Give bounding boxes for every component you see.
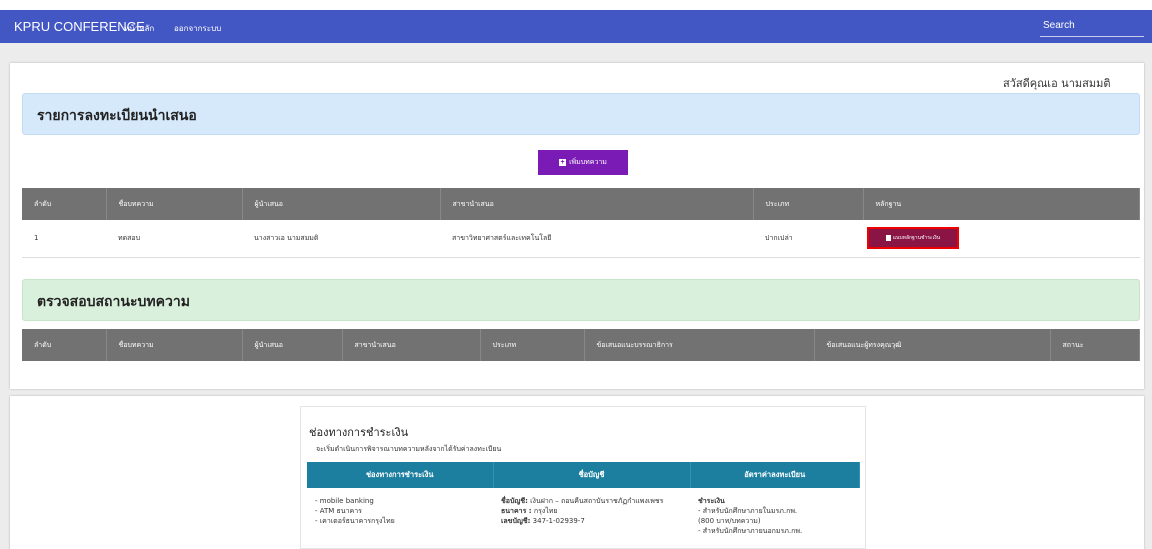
list-item: - เคาเตอร์ธนาคารกรุงไทย <box>315 517 395 525</box>
channels-cell: - mobile banking - ATM ธนาคาร - เคาเตอร์… <box>307 488 493 536</box>
col-presenter: ผู้นำเสนอ <box>242 188 441 220</box>
user-greeting: สวัสดีคุณเอ นามสมมติ <box>1003 77 1111 90</box>
status-col-presenter: ผู้นำเสนอ <box>242 329 343 361</box>
account-name-label: ชื่อบัญชี: <box>501 497 528 505</box>
status-col-title: ชื่อบทความ <box>106 329 243 361</box>
registration-panel-header: รายการลงทะเบียนนำเสนอ <box>22 93 1140 135</box>
status-col-reviewer-feedback: ข้อเสนอแนะผู้ทรงคุณวุฒิ <box>814 329 1051 361</box>
rates-heading: ชำระเงิน <box>698 497 725 505</box>
table-row: 1 ทดสอบ นางสาวเอ นามสมมติ สาขาวิทยาศาสตร… <box>22 220 1140 258</box>
payment-note: จะเริ่มดำเนินการพิจารณาบทความหลังจากได้ร… <box>316 445 502 453</box>
account-number-label: เลขบัญชี: <box>501 517 531 525</box>
payment-title: ช่องทางการชำระเงิน <box>309 426 409 439</box>
list-item: - สำหรับนักศึกษาภายนอกมรภ.กพ. <box>698 527 803 535</box>
list-item: - mobile banking <box>315 497 374 505</box>
status-col-editor-feedback: ข้อเสนอแนะบรรณาธิการ <box>584 329 815 361</box>
account-cell: ชื่อบัญชี: เงินฝาก – ถอนคืนสถาบันราชภัฏก… <box>493 488 690 536</box>
account-name-value: เงินฝาก – ถอนคืนสถาบันราชภัฏกำแพงเพชร <box>530 497 664 505</box>
nav-home-link[interactable]: หน้าหลัก <box>124 22 154 35</box>
col-title: ชื่อบทความ <box>106 188 243 220</box>
list-item: - ATM ธนาคาร <box>315 507 362 515</box>
col-no: ลำดับ <box>22 188 107 220</box>
account-name-line: ชื่อบัญชี: เงินฝาก – ถอนคืนสถาบันราชภัฏก… <box>501 496 684 506</box>
cell-type: ปากเปล่า <box>753 220 863 258</box>
pay-col-account: ชื่อบัญชี <box>493 462 691 488</box>
bank-label: ธนาคาร : <box>501 507 532 515</box>
registration-title: รายการลงทะเบียนนำเสนอ <box>37 108 197 124</box>
cell-no: 1 <box>22 220 106 258</box>
pay-col-channel: ช่องทางการชำระเงิน <box>307 462 494 488</box>
document-icon <box>885 235 891 241</box>
add-article-button[interactable]: + เพิ่มบทความ <box>538 150 628 175</box>
bank-line: ธนาคาร : กรุงไทย <box>501 506 684 516</box>
cell-proof: แนบหลักฐานชำระเงิน <box>863 220 1140 258</box>
nav-logout-link[interactable]: ออกจากระบบ <box>174 22 221 35</box>
search-input[interactable] <box>1040 15 1144 37</box>
attach-payment-proof-button[interactable]: แนบหลักฐานชำระเงิน <box>867 227 959 249</box>
status-col-no: ลำดับ <box>22 329 107 361</box>
cell-presenter: นางสาวเอ นามสมมติ <box>242 220 440 258</box>
cell-title: ทดสอบ <box>106 220 242 258</box>
account-number-value: 347-1-02939-7 <box>532 517 585 525</box>
status-col-type: ประเภท <box>480 329 585 361</box>
add-article-label: เพิ่มบทความ <box>569 159 607 166</box>
account-number-line: เลขบัญชี: 347-1-02939-7 <box>501 516 684 526</box>
status-panel-header: ตรวจสอบสถานะบทความ <box>22 279 1140 321</box>
payment-table: ช่องทางการชำระเงิน ชื่อบัญชี อัตราค่าลงท… <box>307 462 860 536</box>
status-title: ตรวจสอบสถานะบทความ <box>37 294 190 310</box>
navbar: KPRU CONFERENCE หน้าหลัก ออกจากระบบ <box>0 10 1152 43</box>
status-col-status: สถานะ <box>1050 329 1140 361</box>
list-item: - สำหรับนักศึกษาภายในมรภ.กพ. <box>698 507 798 515</box>
top-cropped-strip <box>0 0 1152 10</box>
attach-proof-label: แนบหลักฐานชำระเงิน <box>892 235 941 241</box>
rates-cell: ชำระเงิน - สำหรับนักศึกษาภายในมรภ.กพ. (8… <box>690 488 860 536</box>
table-row: - mobile banking - ATM ธนาคาร - เคาเตอร์… <box>307 488 860 536</box>
col-type: ประเภท <box>753 188 864 220</box>
status-col-field: สาขานำเสนอ <box>342 329 481 361</box>
col-proof: หลักฐาน <box>863 188 1140 220</box>
pay-col-rate: อัตราค่าลงทะเบียน <box>690 462 860 488</box>
plus-icon: + <box>559 159 567 166</box>
list-item: (800 บาท/บทความ) <box>698 517 761 525</box>
payment-info-panel: ช่องทางการชำระเงิน จะเริ่มดำเนินการพิจาร… <box>300 406 866 549</box>
registration-table: ลำดับ ชื่อบทความ ผู้นำเสนอ สาขานำเสนอ ปร… <box>22 188 1140 258</box>
bank-value: กรุงไทย <box>533 507 558 515</box>
status-table: ลำดับ ชื่อบทความ ผู้นำเสนอ สาขานำเสนอ ปร… <box>22 329 1140 361</box>
cell-field: สาขาวิทยาศาสตร์และเทคโนโลยี <box>440 220 753 258</box>
col-field: สาขานำเสนอ <box>440 188 754 220</box>
